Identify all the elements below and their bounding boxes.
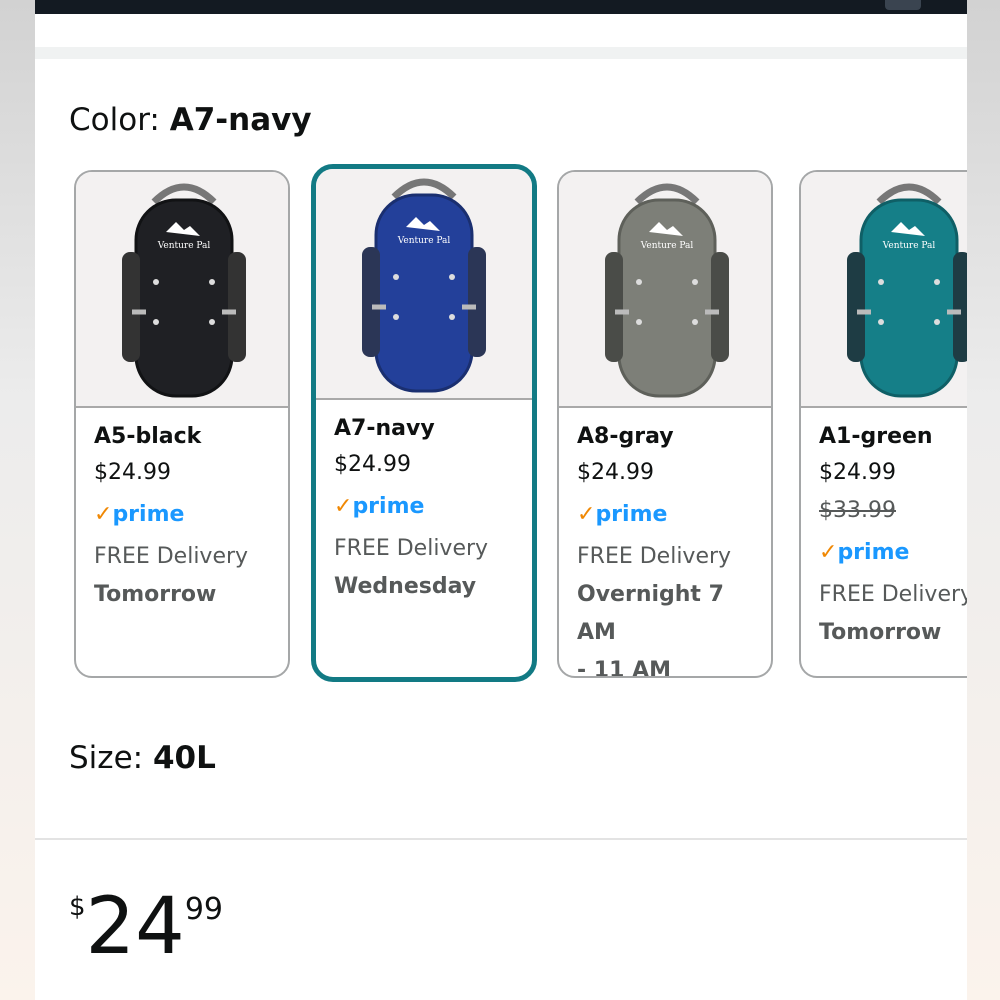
prime-word: prime — [595, 502, 668, 527]
delivery-text: FREE Delivery — [334, 536, 489, 561]
backpack-body — [134, 198, 234, 398]
cart-icon[interactable] — [885, 0, 921, 10]
variant-image: Venture Pal — [316, 169, 532, 400]
brand-logo-text: Venture Pal — [882, 241, 936, 251]
delivery-day: Overnight 7 AM — [577, 582, 724, 645]
delivery-text: FREE Delivery — [577, 544, 732, 569]
product-price: $2499 — [69, 884, 223, 970]
prime-check-icon: ✓ — [577, 502, 596, 527]
variant-card-a5-black[interactable]: Venture Pal A5-black $24.99 ✓prime FREE … — [74, 170, 290, 678]
variant-price: $24.99 — [334, 452, 411, 477]
prime-badge: ✓prime — [577, 492, 753, 538]
product-page: Color: A7-navy Venture Pal A5-black $24.… — [35, 14, 967, 1000]
variant-name: A5-black — [94, 424, 202, 449]
variant-list-price: $33.99 — [819, 498, 896, 523]
variant-image: Venture Pal — [801, 172, 967, 408]
delivery-text: FREE Delivery — [94, 544, 249, 569]
top-nav-bar — [35, 0, 967, 14]
backpack-body — [617, 198, 717, 398]
color-label-text: Color: — [69, 102, 170, 138]
price-currency: $ — [69, 892, 86, 922]
size-label: Size: 40L — [69, 740, 216, 776]
color-label: Color: A7-navy — [69, 102, 312, 138]
variant-image: Venture Pal — [559, 172, 771, 408]
brand-logo-text: Venture Pal — [640, 241, 694, 251]
prime-check-icon: ✓ — [94, 502, 113, 527]
variant-card-a1-green[interactable]: Venture Pal A1-green $24.99 $33.99 ✓prim… — [799, 170, 967, 678]
prime-check-icon: ✓ — [334, 494, 353, 519]
prime-check-icon: ✓ — [819, 540, 838, 565]
variant-image: Venture Pal — [76, 172, 288, 408]
variant-price: $24.99 — [819, 460, 896, 485]
variant-price: $24.99 — [577, 460, 654, 485]
price-fraction: 99 — [184, 892, 223, 927]
backpack-image: Venture Pal — [847, 183, 967, 398]
brand-logo-text: Venture Pal — [397, 236, 451, 246]
backpack-image: Venture Pal — [605, 183, 729, 398]
size-label-text: Size: — [69, 740, 153, 776]
prime-badge: ✓prime — [94, 492, 270, 538]
selected-size-value: 40L — [152, 740, 216, 776]
delivery-day: Wednesday — [334, 574, 477, 599]
delivery-day-line-2: - 11 AM — [577, 658, 671, 678]
variant-price: $24.99 — [94, 460, 171, 485]
delivery-text: FREE Delivery — [819, 582, 967, 607]
variant-name: A8-gray — [577, 424, 674, 449]
variant-name: A7-navy — [334, 416, 435, 441]
variant-name: A1-green — [819, 424, 933, 449]
variant-card-a7-navy[interactable]: Venture Pal A7-navy $24.99 ✓prime FREE D… — [311, 164, 537, 682]
prime-badge: ✓prime — [819, 530, 967, 576]
backpack-body — [374, 193, 474, 393]
prime-word: prime — [112, 502, 185, 527]
price-whole: 24 — [85, 882, 185, 972]
brand-logo-text: Venture Pal — [157, 241, 211, 251]
section-divider — [35, 838, 967, 840]
prime-word: prime — [837, 540, 910, 565]
variant-card-a8-gray[interactable]: Venture Pal A8-gray $24.99 ✓prime FREE D… — [557, 170, 773, 678]
backpack-body — [859, 198, 959, 398]
backpack-image: Venture Pal — [122, 183, 246, 398]
delivery-day: Tomorrow — [819, 620, 942, 645]
prime-word: prime — [352, 494, 425, 519]
delivery-day: Tomorrow — [94, 582, 217, 607]
prime-badge: ✓prime — [334, 484, 514, 530]
selected-color-value: A7-navy — [169, 102, 312, 138]
color-variant-carousel[interactable]: Venture Pal A5-black $24.99 ✓prime FREE … — [35, 164, 967, 688]
section-divider — [35, 47, 967, 59]
backpack-image: Venture Pal — [362, 178, 486, 393]
